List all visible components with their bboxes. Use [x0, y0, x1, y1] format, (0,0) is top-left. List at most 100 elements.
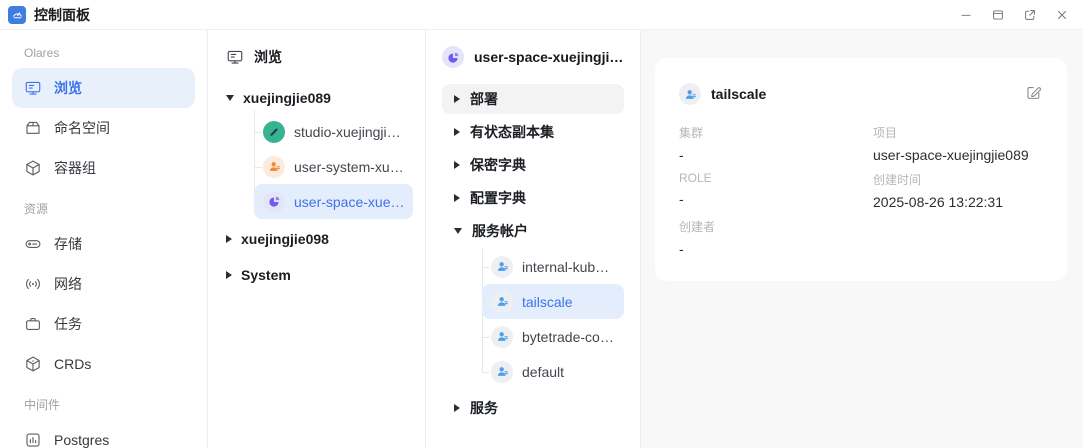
- group-label: 配置字典: [470, 188, 526, 208]
- open-in-new-button[interactable]: [1019, 4, 1041, 26]
- browse-tree-title: 浏览: [254, 47, 282, 67]
- storage-icon: [24, 235, 42, 253]
- sidebar-item-label: Postgres: [54, 432, 109, 448]
- user-space-avatar: [263, 191, 285, 213]
- chevron-down-icon: [226, 95, 234, 101]
- chevron-right-icon: [454, 404, 460, 412]
- restore-window-button[interactable]: [987, 4, 1009, 26]
- field-value: -: [679, 191, 873, 207]
- app-title: 控制面板: [34, 5, 90, 25]
- sidebar-item-label: CRDs: [54, 356, 91, 372]
- sidebar-item-storage[interactable]: 存储: [12, 224, 195, 264]
- sidebar-item-label: 网络: [54, 274, 82, 294]
- resource-tree-title: user-space-xuejingjie...: [474, 49, 624, 65]
- resource-tree-panel: user-space-xuejingjie... 部署 有状态副本集 保密字典 …: [426, 30, 641, 448]
- sidebar: Olares 浏览 命名空间 容器组 资源 存储 网络 任务 CRDs: [0, 30, 208, 448]
- pods-icon: [24, 159, 42, 177]
- field-creator: 创建者 -: [679, 218, 873, 257]
- sidebar-item-network[interactable]: 网络: [12, 264, 195, 304]
- field-label: 集群: [679, 124, 873, 141]
- sidebar-item-pods[interactable]: 容器组: [12, 148, 195, 188]
- sidebar-section-middleware: 中间件: [12, 396, 195, 414]
- field-label: 创建者: [679, 218, 873, 235]
- field-project: 项目 user-space-xuejingjie089: [873, 124, 1043, 163]
- detail-title: tailscale: [711, 86, 766, 102]
- studio-avatar: [263, 121, 285, 143]
- close-button[interactable]: [1051, 4, 1073, 26]
- tree-node-label: System: [241, 267, 291, 283]
- tree-node-user-space[interactable]: user-space-xuejingji...: [254, 184, 413, 219]
- jobs-icon: [24, 315, 42, 333]
- chevron-right-icon: [226, 235, 232, 243]
- field-value: -: [679, 241, 873, 257]
- namespace-icon: [24, 119, 42, 137]
- sidebar-item-label: 存储: [54, 234, 82, 254]
- detail-fields: 集群 - 项目 user-space-xuejingjie089 ROLE - …: [679, 124, 1043, 257]
- sidebar-item-label: 命名空间: [54, 118, 110, 138]
- sidebar-item-jobs[interactable]: 任务: [12, 304, 195, 344]
- group-deployments[interactable]: 部署: [442, 84, 624, 114]
- group-statefulsets[interactable]: 有状态副本集: [442, 117, 624, 147]
- sidebar-section-olares: Olares: [12, 44, 195, 62]
- tree-node-label: default: [522, 364, 564, 380]
- tree-node-internal-kubectl[interactable]: internal-kubectl: [482, 249, 624, 284]
- group-label: 服务: [470, 398, 498, 418]
- field-value: 2025-08-26 13:22:31: [873, 194, 1043, 210]
- sidebar-item-label: 任务: [54, 314, 82, 334]
- group-label: 服务帐户: [472, 221, 528, 241]
- group-label: 部署: [470, 89, 498, 109]
- detail-card: tailscale 集群 - 项目 user-space-xuejingjie0…: [655, 58, 1067, 281]
- crds-icon: [24, 355, 42, 373]
- browse-icon: [226, 48, 244, 66]
- tree-children: studio-xuejingjie089 user-system-xuejing…: [254, 114, 413, 219]
- chevron-right-icon: [226, 271, 232, 279]
- tree-node-xuejingjie098[interactable]: xuejingjie098: [226, 223, 413, 255]
- sidebar-section-resources: 资源: [12, 200, 195, 218]
- tree-node-label: user-system-xuejingj...: [294, 159, 405, 175]
- namespace-tree: xuejingjie089 studio-xuejingjie089 user-…: [226, 82, 413, 291]
- app-icon: [8, 6, 26, 24]
- field-label: 项目: [873, 124, 1043, 141]
- network-icon: [24, 275, 42, 293]
- chevron-right-icon: [454, 95, 460, 103]
- tree-node-tailscale[interactable]: tailscale: [482, 284, 624, 319]
- titlebar: 控制面板: [0, 0, 1083, 30]
- tree-node-label: tailscale: [522, 294, 573, 310]
- tree-node-label: studio-xuejingjie089: [294, 124, 405, 140]
- tree-node-bytetrade-controller[interactable]: bytetrade-controller: [482, 319, 624, 354]
- chevron-right-icon: [454, 128, 460, 136]
- tree-node-label: xuejingjie089: [243, 90, 331, 106]
- group-configmaps[interactable]: 配置字典: [442, 183, 624, 213]
- sidebar-item-label: 容器组: [54, 158, 96, 178]
- sidebar-item-namespaces[interactable]: 命名空间: [12, 108, 195, 148]
- window-controls: [955, 4, 1073, 26]
- field-cluster: 集群 -: [679, 124, 873, 163]
- sidebar-item-postgres[interactable]: Postgres: [12, 420, 195, 448]
- field-label: 创建时间: [873, 171, 1043, 188]
- tree-node-label: user-space-xuejingji...: [294, 194, 405, 210]
- tree-node-default[interactable]: default: [482, 354, 624, 389]
- postgres-icon: [24, 431, 42, 448]
- browse-tree-panel: 浏览 xuejingjie089 studio-xuejingjie089 us…: [208, 30, 426, 448]
- tree-node-system[interactable]: System: [226, 259, 413, 291]
- group-label: 有状态副本集: [470, 122, 554, 142]
- detail-panel: tailscale 集群 - 项目 user-space-xuejingjie0…: [641, 30, 1083, 448]
- browse-icon: [24, 79, 42, 97]
- detail-card-header: tailscale: [679, 82, 1043, 106]
- sidebar-item-browse[interactable]: 浏览: [12, 68, 195, 108]
- field-role: ROLE -: [679, 171, 873, 210]
- chevron-right-icon: [454, 194, 460, 202]
- group-secrets[interactable]: 保密字典: [442, 150, 624, 180]
- tree-node-label: bytetrade-controller: [522, 329, 616, 345]
- service-account-avatar: [491, 256, 513, 278]
- field-label: ROLE: [679, 171, 873, 185]
- group-services[interactable]: 服务: [442, 393, 624, 423]
- chevron-right-icon: [454, 161, 460, 169]
- sidebar-item-crds[interactable]: CRDs: [12, 344, 195, 384]
- tree-node-user-system[interactable]: user-system-xuejingj...: [254, 149, 413, 184]
- service-account-avatar: [491, 326, 513, 348]
- edit-button[interactable]: [1023, 84, 1043, 104]
- tree-node-studio[interactable]: studio-xuejingjie089: [254, 114, 413, 149]
- group-service-accounts[interactable]: 服务帐户: [442, 216, 624, 246]
- minimize-button[interactable]: [955, 4, 977, 26]
